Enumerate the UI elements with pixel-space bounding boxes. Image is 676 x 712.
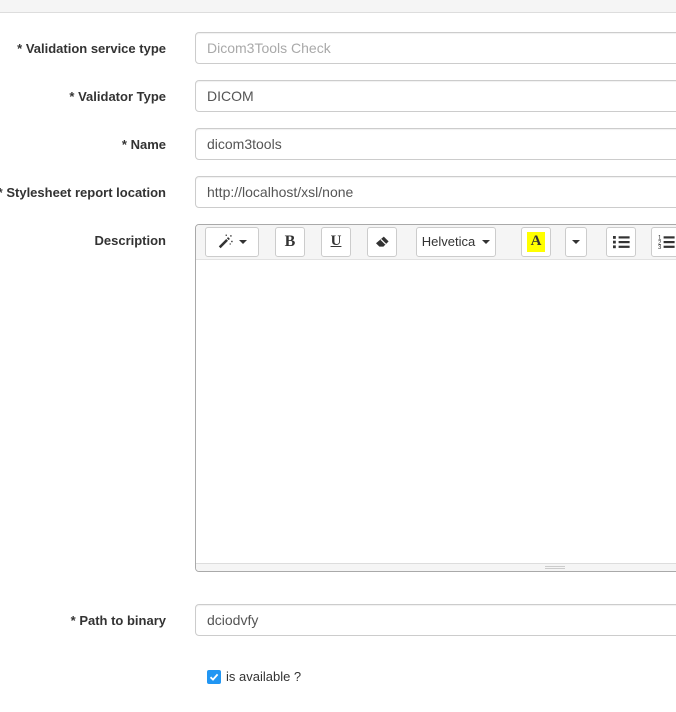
- form-row-is-available: is available ?: [0, 669, 676, 684]
- unordered-list-icon: [613, 235, 630, 249]
- clear-formatting-button[interactable]: [367, 227, 397, 257]
- form-row-description: Description: [0, 224, 676, 572]
- check-icon: [209, 672, 219, 682]
- unordered-list-button[interactable]: [606, 227, 636, 257]
- validator-form: Validation service type * Validator Type…: [0, 32, 676, 684]
- font-family-dropdown[interactable]: Helvetica: [416, 227, 496, 257]
- bold-button[interactable]: B: [275, 227, 305, 257]
- resize-grip-icon: [545, 566, 565, 569]
- editor-resize-bar[interactable]: [196, 563, 676, 571]
- description-editable-area[interactable]: [196, 260, 676, 563]
- form-row-validation-service-type: Validation service type *: [0, 32, 676, 64]
- validator-type-label: Validator Type *: [0, 89, 166, 104]
- validation-service-type-label: Validation service type *: [0, 41, 166, 56]
- stylesheet-report-location-label: Stylesheet report location *: [0, 185, 166, 200]
- eraser-icon: [374, 234, 390, 250]
- font-color-button[interactable]: A: [521, 227, 551, 257]
- form-row-name: Name *: [0, 128, 676, 160]
- validator-form-page: Validation service type * Validator Type…: [0, 0, 676, 712]
- form-row-stylesheet-location: Stylesheet report location *: [0, 176, 676, 208]
- chevron-down-icon: [239, 240, 247, 244]
- underline-icon: U: [331, 234, 342, 249]
- name-label: Name *: [0, 137, 166, 152]
- style-format-button[interactable]: [205, 227, 259, 257]
- chevron-down-icon: [482, 240, 490, 244]
- validation-service-type-input[interactable]: [195, 32, 676, 64]
- stylesheet-report-location-input[interactable]: [195, 176, 676, 208]
- form-row-validator-type: Validator Type *: [0, 80, 676, 112]
- magic-wand-icon: [217, 234, 233, 250]
- chevron-down-icon: [572, 240, 580, 244]
- underline-button[interactable]: U: [321, 227, 351, 257]
- editor-toolbar: B U: [196, 225, 676, 260]
- bold-icon: B: [285, 234, 296, 250]
- path-to-binary-label: Path to binary *: [0, 613, 166, 628]
- svg-text:3: 3: [658, 245, 662, 249]
- name-input[interactable]: [195, 128, 676, 160]
- path-to-binary-input[interactable]: [195, 604, 676, 636]
- ordered-list-button[interactable]: 1 2 3: [651, 227, 676, 257]
- panel-header-strip: [0, 0, 676, 13]
- description-rich-text-editor: B U: [195, 224, 676, 572]
- ordered-list-icon: 1 2 3: [658, 235, 675, 249]
- font-color-dropdown-button[interactable]: [565, 227, 587, 257]
- description-label: Description: [0, 224, 166, 248]
- font-color-icon: A: [527, 232, 546, 252]
- font-family-value: Helvetica: [422, 234, 475, 249]
- form-row-path-to-binary: Path to binary *: [0, 604, 676, 636]
- is-available-checkbox[interactable]: [207, 670, 221, 684]
- is-available-label: is available ?: [226, 669, 301, 684]
- validator-type-input[interactable]: [195, 80, 676, 112]
